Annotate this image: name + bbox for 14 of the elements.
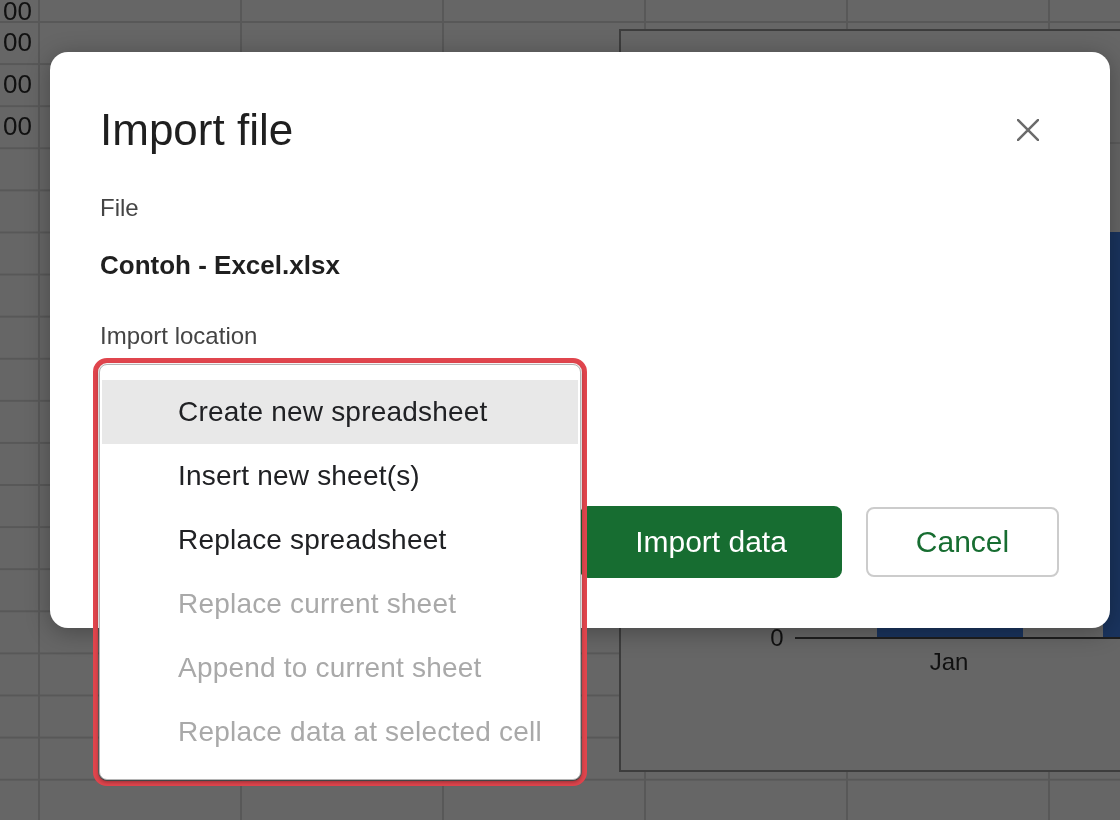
- close-icon: [1017, 119, 1039, 141]
- cell-value: 00: [3, 73, 32, 96]
- cell-value: 00: [3, 0, 32, 22]
- import-button[interactable]: Import data: [580, 506, 842, 578]
- dialog-title: Import file: [100, 104, 294, 156]
- axis-category-label: Jan: [929, 648, 969, 675]
- cell-value: 00: [3, 115, 32, 138]
- file-name: Contoh - Excel.xlsx: [100, 250, 340, 280]
- cancel-button[interactable]: Cancel: [866, 507, 1059, 577]
- field-label: Import location: [100, 322, 258, 350]
- menu-item[interactable]: Create new spreadsheet: [102, 380, 578, 444]
- field-label: File: [100, 194, 139, 222]
- axis-tick-label: 0: [770, 624, 784, 651]
- cell-value: 00: [3, 31, 32, 54]
